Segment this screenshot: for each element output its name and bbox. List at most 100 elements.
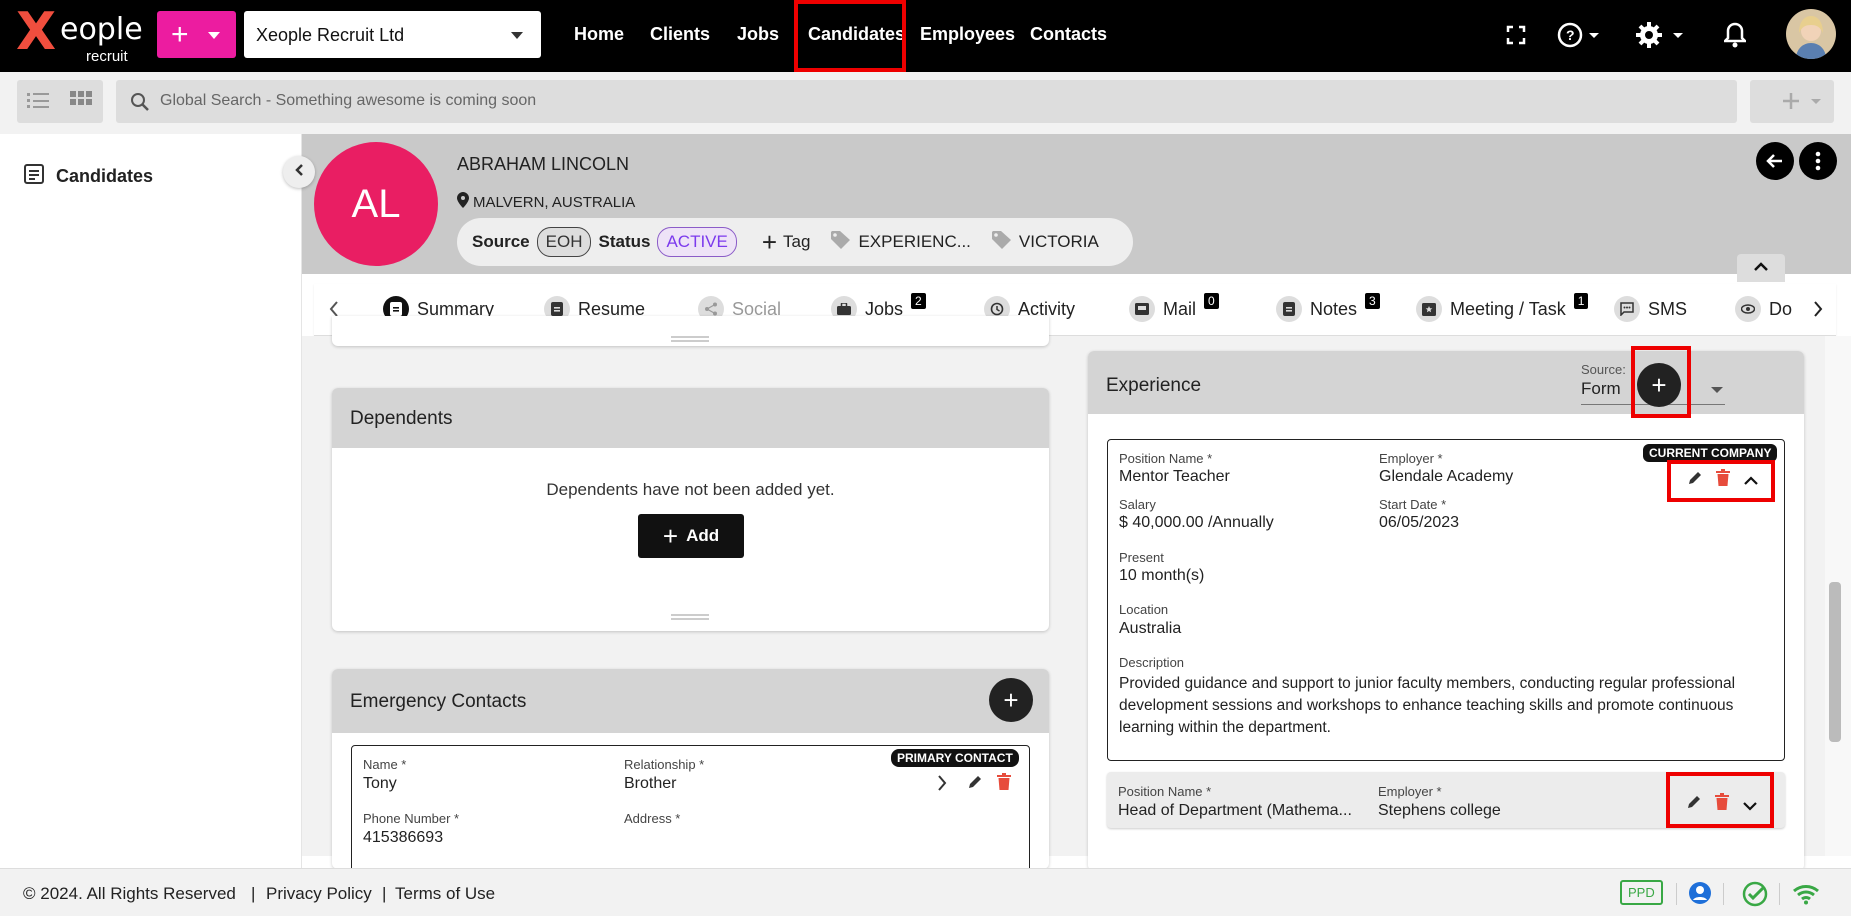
list-view-icon[interactable]: [27, 92, 49, 115]
item-actions-highlight-box: [1667, 460, 1775, 502]
scrollbar-thumb[interactable]: [1829, 582, 1841, 742]
contact-relationship: Brother: [624, 775, 677, 792]
address-label: Address *: [624, 811, 681, 826]
nav-contacts[interactable]: Contacts: [1030, 24, 1107, 45]
status-chip[interactable]: ACTIVE: [657, 227, 737, 257]
chevron-right-icon[interactable]: [936, 774, 948, 797]
bell-icon[interactable]: [1721, 22, 1749, 53]
relationship-label: Relationship *: [624, 757, 705, 772]
candidate-avatar: AL: [314, 142, 438, 266]
source-chip[interactable]: EOH: [536, 227, 592, 257]
dependents-title: Dependents: [332, 388, 1049, 448]
position-label: Position Name *: [1119, 451, 1213, 466]
terms-of-use-link[interactable]: Terms of Use: [395, 884, 495, 904]
add-dependent-button[interactable]: + Add: [638, 514, 744, 558]
tab-label: SMS: [1648, 298, 1688, 319]
footer: © 2024. All Rights Reserved | Privacy Po…: [0, 868, 1851, 916]
check-icon[interactable]: [1742, 881, 1768, 912]
tabs-scroll-right-icon[interactable]: [1800, 284, 1836, 334]
search-icon: [130, 92, 150, 117]
add-disabled-button[interactable]: [1750, 80, 1834, 123]
tab-sms[interactable]: SMS: [1614, 284, 1687, 334]
nav-jobs[interactable]: Jobs: [737, 24, 779, 45]
tab-mail[interactable]: Mail 0: [1129, 284, 1219, 334]
more-menu-button[interactable]: [1799, 142, 1837, 180]
candidate-chips: Source EOH Status ACTIVE + Tag EXPERIENC…: [457, 218, 1133, 266]
drag-handle[interactable]: [671, 336, 709, 342]
back-button[interactable]: [1756, 142, 1794, 180]
emergency-contacts-card: Emergency Contacts + PRIMARY CONTACT Nam…: [332, 669, 1049, 875]
dependents-card: Dependents Dependents have not been adde…: [332, 388, 1049, 631]
footer-separator: |: [251, 884, 256, 903]
copyright-text: © 2024. All Rights Reserved: [23, 884, 236, 903]
nav-home[interactable]: Home: [574, 24, 624, 45]
present-value: 10 month(s): [1119, 567, 1205, 584]
candidate-header: AL ABRAHAM LINCOLN MALVERN, AUSTRALIA So…: [302, 134, 1851, 282]
fullscreen-icon[interactable]: [1506, 25, 1526, 50]
nav-clients[interactable]: Clients: [650, 24, 710, 45]
source-select-value: Form: [1581, 379, 1621, 398]
tab-label: Notes: [1310, 298, 1358, 319]
user-avatar[interactable]: [1786, 9, 1836, 59]
top-nav-bar: X eople recruit + Xeople Recruit Ltd Hom…: [0, 0, 1851, 72]
contact-phone: 415386693: [363, 829, 444, 846]
caret-down-icon: [208, 32, 220, 39]
grid-view-icon[interactable]: [70, 91, 92, 116]
tag-icon: [830, 230, 852, 255]
primary-contact-badge: PRIMARY CONTACT: [891, 749, 1019, 767]
salary-label: Salary: [1119, 497, 1156, 512]
sidebar-collapse-button[interactable]: [283, 156, 315, 188]
add-emergency-contact-button[interactable]: +: [989, 678, 1033, 722]
start-date-value: 06/05/2023: [1379, 514, 1460, 531]
candidate-location: MALVERN, AUSTRALIA: [457, 192, 635, 212]
description-value: Provided guidance and support to junior …: [1119, 675, 1736, 736]
tag-icon: [991, 230, 1013, 255]
tag-chip[interactable]: VICTORIA: [991, 230, 1099, 255]
employer-value: Glendale Academy: [1379, 468, 1514, 485]
xeople-logo[interactable]: X eople recruit: [16, 4, 144, 66]
plus-icon: +: [761, 227, 778, 257]
tab-label: Meeting / Task: [1450, 298, 1566, 319]
trash-icon[interactable]: [997, 773, 1011, 796]
nav-employees[interactable]: Employees: [920, 24, 1015, 45]
candidate-location-text: MALVERN, AUSTRALIA: [473, 193, 636, 211]
user-icon[interactable]: [1688, 881, 1712, 910]
privacy-policy-link[interactable]: Privacy Policy: [266, 884, 372, 904]
salary-value: $ 40,000.00 /Annually: [1119, 514, 1274, 531]
add-tag-button[interactable]: + Tag: [761, 227, 811, 257]
plus-icon: +: [171, 17, 189, 51]
tab-meeting-task[interactable]: Meeting / Task 1: [1416, 284, 1589, 334]
collapse-header-button[interactable]: [1737, 254, 1785, 282]
tab-count-badge: 1: [1573, 293, 1589, 309]
sidebar-item-candidates[interactable]: Candidates: [24, 164, 153, 189]
chevron-up-icon: [1753, 259, 1769, 277]
quick-add-button[interactable]: +: [157, 11, 236, 58]
drag-handle[interactable]: [671, 614, 709, 620]
employer-value: Stephens college: [1378, 802, 1501, 819]
pencil-icon[interactable]: [967, 774, 983, 795]
tag-chip[interactable]: EXPERIENC...: [830, 230, 971, 255]
tab-notes[interactable]: Notes 3: [1276, 284, 1380, 334]
emergency-contact-item: PRIMARY CONTACT Name * Tony Relationship…: [351, 745, 1030, 875]
tab-label: Do: [1769, 298, 1793, 319]
description-label: Description: [1119, 655, 1185, 670]
company-select[interactable]: Xeople Recruit Ltd: [244, 11, 541, 58]
add-experience-highlight-box: [1631, 346, 1691, 418]
tab-label: Mail: [1163, 298, 1197, 319]
contact-name: Tony: [363, 775, 397, 792]
ppd-badge[interactable]: PPD: [1620, 880, 1663, 905]
location-pin-icon: [457, 192, 469, 212]
experience-card: Experience Source: Form + CURRENT COMPAN…: [1088, 346, 1804, 871]
candidates-highlight-box: [794, 0, 906, 72]
experience-item: Position Name * Head of Department (Math…: [1107, 772, 1785, 828]
dependents-empty-text: Dependents have not been added yet.: [546, 480, 835, 499]
tab-count-badge: 2: [911, 293, 926, 309]
wifi-icon[interactable]: [1792, 883, 1820, 910]
add-tag-label: Tag: [783, 232, 811, 251]
global-search-input[interactable]: Global Search - Something awesome is com…: [116, 80, 1737, 123]
calendar-icon: [1416, 296, 1442, 322]
tab-documents[interactable]: Do: [1735, 284, 1792, 334]
help-icon[interactable]: ?: [1557, 21, 1601, 54]
gear-icon[interactable]: [1635, 21, 1685, 54]
divider: [1779, 883, 1780, 905]
